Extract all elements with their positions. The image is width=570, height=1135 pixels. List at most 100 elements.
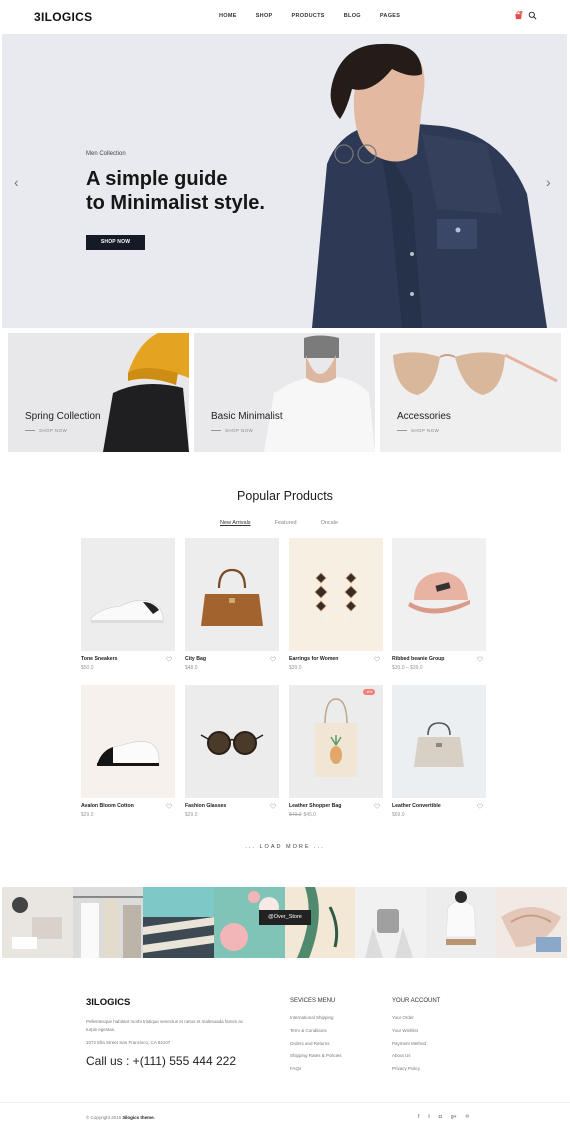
product-name[interactable]: Avalon Bloom Cotton: [81, 803, 134, 809]
product-name[interactable]: Ribbed beanie Group: [392, 656, 444, 662]
account-link[interactable]: Privacy Policy: [392, 1066, 440, 1079]
footer-phone: Call us : +(111) 555 444 222: [86, 1054, 236, 1068]
footer-description: Pellentesque habitant morbi tristique se…: [86, 1019, 244, 1032]
copyright-brand[interactable]: 3ilogics theme.: [122, 1115, 155, 1120]
google-plus-icon[interactable]: g+: [451, 1114, 457, 1120]
product-name[interactable]: Leather Convertible: [392, 803, 441, 809]
tab-oncale[interactable]: Oncale: [321, 520, 338, 526]
product-image[interactable]: -8%: [289, 685, 383, 798]
prev-slide-icon[interactable]: ‹: [14, 174, 19, 190]
services-link[interactable]: Shipping Rates & Policies: [290, 1053, 342, 1066]
account-link[interactable]: Your Order: [392, 1015, 440, 1028]
wishlist-heart-icon[interactable]: [166, 656, 172, 662]
product-image[interactable]: [185, 538, 279, 651]
product-price: $48.0: [185, 665, 198, 671]
wishlist-heart-icon[interactable]: [477, 803, 483, 809]
price-value: $50.0: [81, 665, 94, 671]
tab-featured[interactable]: Featured: [275, 520, 297, 526]
product-name[interactable]: Leather Shopper Bag: [289, 803, 341, 809]
wishlist-heart-icon[interactable]: [374, 803, 380, 809]
wishlist-heart-icon[interactable]: [374, 656, 380, 662]
account-link[interactable]: Payment Method: [392, 1041, 440, 1054]
product-card: Leather Convertible $69.0: [392, 685, 486, 818]
product-price: $49.0 $45.0: [289, 812, 316, 818]
logo[interactable]: 3ILOGICS: [34, 10, 92, 24]
wishlist-heart-icon[interactable]: [270, 803, 276, 809]
account-link[interactable]: About Us: [392, 1053, 440, 1066]
category-spring-collection[interactable]: Spring Collection SHOP NOW: [8, 333, 189, 452]
facebook-icon[interactable]: f: [418, 1114, 419, 1120]
services-menu-title: SEVICES MENU: [290, 998, 336, 1004]
sneaker-image: [90, 599, 164, 623]
category-accessories[interactable]: Accessories SHOP NOW: [380, 333, 561, 452]
services-menu: SEVICES MENU International Shipping Term…: [290, 998, 342, 1079]
category-link[interactable]: SHOP NOW: [25, 428, 67, 433]
category-basic-image: [264, 335, 375, 452]
footer-address: 1072 Ella Street San Francisco, CA 94107: [86, 1040, 171, 1045]
product-price: $29.0: [185, 812, 198, 818]
category-link[interactable]: SHOP NOW: [211, 428, 253, 433]
tab-new-arrivals[interactable]: New Arrivals: [220, 520, 251, 526]
load-more-button[interactable]: ... LOAD MORE ...: [0, 844, 570, 850]
convertible-bag-image: [414, 722, 464, 767]
hero-title-line2: to Minimalist style.: [86, 192, 265, 214]
product-name[interactable]: Tone Sneakers: [81, 656, 118, 662]
instagram-photo[interactable]: [425, 887, 497, 958]
category-basic-minimalist[interactable]: Basic Minimalist SHOP NOW: [194, 333, 375, 452]
services-link[interactable]: Orders and Returns: [290, 1041, 342, 1054]
category-name: Basic Minimalist: [211, 411, 283, 422]
product-card: Fashion Glasses $29.0: [185, 685, 279, 818]
category-link-label: SHOP NOW: [39, 428, 68, 433]
footer-divider: [0, 1102, 570, 1103]
product-name[interactable]: Fashion Glasses: [185, 803, 226, 809]
main-nav: HOME SHOP PRODUCTS BLOG PAGES: [219, 13, 419, 19]
category-link[interactable]: SHOP NOW: [397, 428, 439, 433]
twitter-icon[interactable]: t: [428, 1114, 429, 1120]
product-card: Earrings for Women $39.0: [289, 538, 383, 671]
instagram-photo[interactable]: [496, 887, 567, 958]
instagram-photo[interactable]: [143, 887, 214, 958]
wishlist-heart-icon[interactable]: [166, 803, 172, 809]
account-link[interactable]: Your Wishlist: [392, 1028, 440, 1041]
instagram-photo[interactable]: [355, 887, 426, 958]
hero-model-image: [312, 43, 547, 328]
nav-products[interactable]: PRODUCTS: [292, 13, 325, 19]
search-icon[interactable]: [528, 11, 537, 20]
category-name: Accessories: [397, 411, 451, 422]
footer-logo[interactable]: 3ILOGICS: [86, 997, 130, 1008]
old-price: $49.0: [289, 812, 302, 818]
product-card: City Bag $48.0: [185, 538, 279, 671]
instagram-photo[interactable]: [72, 887, 144, 958]
copyright-text: © Copyright 2016: [86, 1115, 122, 1120]
services-link[interactable]: International Shipping: [290, 1015, 342, 1028]
product-image[interactable]: [392, 538, 486, 651]
nav-home[interactable]: HOME: [219, 13, 237, 19]
services-link[interactable]: FAQs: [290, 1066, 342, 1079]
product-name[interactable]: City Bag: [185, 656, 206, 662]
nav-pages[interactable]: PAGES: [380, 13, 400, 19]
shop-now-button[interactable]: SHOP NOW: [86, 235, 145, 250]
product-image[interactable]: [185, 685, 279, 798]
shopper-bag-image: [315, 698, 357, 777]
services-link[interactable]: Term & Conditions: [290, 1028, 342, 1041]
price-value: $45.0: [303, 812, 317, 818]
wishlist-heart-icon[interactable]: [477, 656, 483, 662]
next-slide-icon[interactable]: ›: [546, 174, 551, 190]
instagram-tag-button[interactable]: @Over_Store: [259, 910, 311, 925]
pinterest-icon[interactable]: ℗: [466, 1114, 470, 1120]
instagram-icon[interactable]: ◘: [439, 1114, 442, 1120]
product-image[interactable]: [81, 685, 175, 798]
beanie-cap-image: [408, 572, 470, 614]
cart-icon[interactable]: 0: [514, 11, 523, 20]
product-image[interactable]: [289, 538, 383, 651]
product-name[interactable]: Earrings for Women: [289, 656, 338, 662]
wishlist-heart-icon[interactable]: [270, 656, 276, 662]
sneaker-image: [96, 741, 160, 766]
nav-blog[interactable]: BLOG: [344, 13, 361, 19]
product-image[interactable]: [392, 685, 486, 798]
nav-shop[interactable]: SHOP: [256, 13, 273, 19]
social-links: f t ◘ g+ ℗: [418, 1114, 478, 1120]
category-link-label: SHOP NOW: [225, 428, 254, 433]
instagram-photo[interactable]: [2, 887, 73, 958]
product-image[interactable]: [81, 538, 175, 651]
